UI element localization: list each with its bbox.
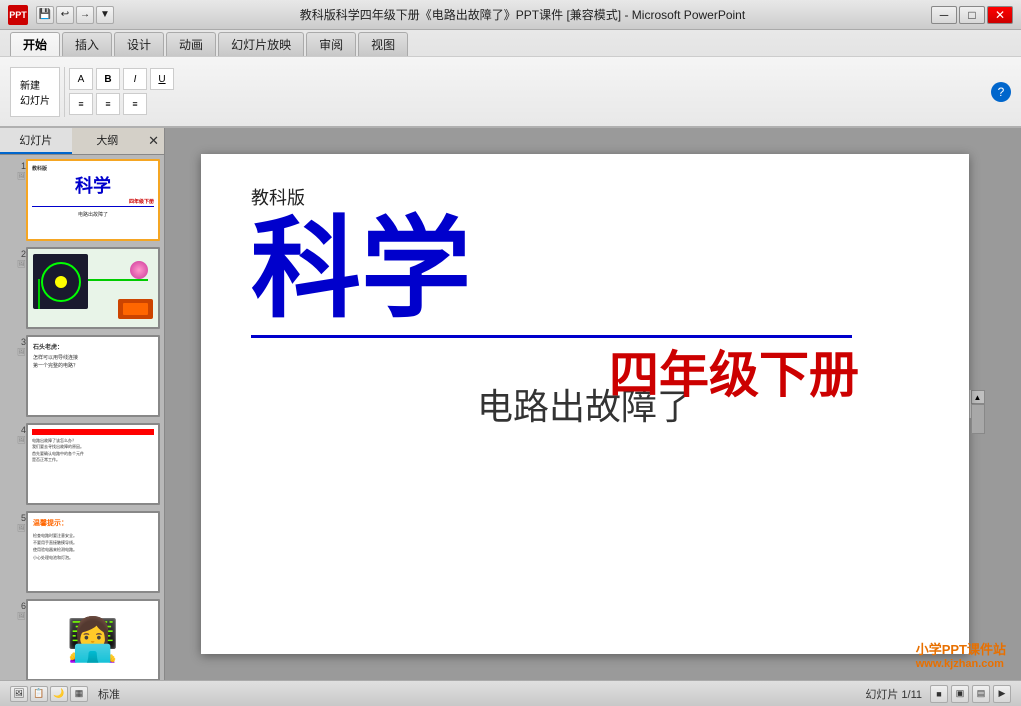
slide-item-2[interactable]: 2 🖼 <box>4 247 160 329</box>
slide-item-5[interactable]: 5 🖼 温馨提示： 检查电路时要注意安全。 不要用手直接触摸导线。 使用验电器来… <box>4 511 160 593</box>
quick-customize-button[interactable]: ▼ <box>96 6 114 24</box>
tab-animation[interactable]: 动画 <box>166 32 216 56</box>
tab-view[interactable]: 视图 <box>358 32 408 56</box>
quick-redo-button[interactable]: → <box>76 6 94 24</box>
quick-save-button[interactable]: 💾 <box>36 6 54 24</box>
status-icon-2[interactable]: 📋 <box>30 686 48 702</box>
status-icons: 🖼 📋 🌙 ▦ <box>10 686 88 702</box>
slideshow-button[interactable]: ▶ <box>993 685 1011 703</box>
slide-sorter-button[interactable]: ▣ <box>951 685 969 703</box>
new-slide-button[interactable]: 新建幻灯片 <box>10 67 60 117</box>
slide-thumb-3[interactable]: 石头老虎： 怎样可以用导线连接第一个完整的电路？ <box>26 335 160 417</box>
help-button[interactable]: ? <box>991 82 1011 102</box>
slide-thumb-2[interactable] <box>26 247 160 329</box>
slides-tabs-row: 幻灯片 大纲 ✕ <box>0 128 164 155</box>
watermark-line2: www.kjzhan.com <box>916 658 1006 670</box>
slides-tabs-buttons: 幻灯片 大纲 <box>0 128 143 154</box>
italic-button[interactable]: I <box>123 68 147 90</box>
slide-thumb-5[interactable]: 温馨提示： 检查电路时要注意安全。 不要用手直接触摸导线。 使用验电器来检测电路… <box>26 511 160 593</box>
tab-slides[interactable]: 幻灯片 <box>0 128 72 154</box>
minimize-button[interactable]: ─ <box>931 6 957 24</box>
title-bar: PPT 💾 ↩ → ▼ 教科版科学四年级下册《电路出故障了》PPT课件 [兼容模… <box>0 0 1021 30</box>
slide-thumb-1[interactable]: 教科版 科学 四年级下册 电路出故障了 <box>26 159 160 241</box>
watermark: 小学PPT课件站 www.kjzhan.com <box>916 639 1006 670</box>
slides-panel: 幻灯片 大纲 ✕ 1 🖼 教科版 科学 四年级 <box>0 128 165 680</box>
slide-main-title: 科学 <box>251 215 471 325</box>
close-button[interactable]: ✕ <box>987 6 1013 24</box>
scroll-thumb[interactable] <box>971 404 985 434</box>
slide-icon-4: 🖼 <box>17 436 26 444</box>
slide-icon-6: 🖼 <box>17 612 26 620</box>
tab-outline[interactable]: 大纲 <box>72 128 144 154</box>
ribbon-divider-1 <box>64 67 65 117</box>
reading-view-button[interactable]: ▤ <box>972 685 990 703</box>
window-title: 教科版科学四年级下册《电路出故障了》PPT课件 [兼容模式] - Microso… <box>114 6 931 23</box>
align-left-button[interactable]: ≡ <box>69 93 93 115</box>
title-bar-left: PPT 💾 ↩ → ▼ <box>8 5 114 25</box>
view-controls: ■ ▣ ▤ ▶ <box>930 685 1011 703</box>
slide-icon-1: 🖼 <box>17 172 26 180</box>
slide-item-1[interactable]: 1 🖼 教科版 科学 四年级下册 电路出故障了 <box>4 159 160 241</box>
tab-design[interactable]: 设计 <box>114 32 164 56</box>
bold-button[interactable]: B <box>96 68 120 90</box>
scroll-up-button[interactable]: ▲ <box>971 390 985 404</box>
status-left: 🖼 📋 🌙 ▦ 标准 <box>10 686 865 702</box>
main-area: 幻灯片 大纲 ✕ 1 🖼 教科版 科学 四年级 <box>0 128 1021 680</box>
tab-start[interactable]: 开始 <box>10 32 60 56</box>
quick-undo-button[interactable]: ↩ <box>56 6 74 24</box>
tab-insert[interactable]: 插入 <box>62 32 112 56</box>
status-icon-3[interactable]: 🌙 <box>50 686 68 702</box>
slide-item-6[interactable]: 6 🖼 👩‍💻 <box>4 599 160 680</box>
slide-icon-2: 🖼 <box>17 260 26 268</box>
canvas-area: 教科版 科学 四年级下册 电路出故障了 小学PPT课件站 www.kjzhan.… <box>165 128 1021 680</box>
panel-close-button[interactable]: ✕ <box>143 131 164 151</box>
slide-icon-5: 🖼 <box>17 524 26 532</box>
slide-item-3[interactable]: 3 🖼 石头老虎： 怎样可以用导线连接第一个完整的电路？ <box>4 335 160 417</box>
tab-review[interactable]: 审阅 <box>306 32 356 56</box>
tab-slideshow[interactable]: 幻灯片放映 <box>218 32 304 56</box>
window-controls: ─ □ ✕ <box>931 6 1013 24</box>
slide-content-area: 教科版 科学 四年级下册 电路出故障了 <box>201 154 969 654</box>
app-icon: PPT <box>8 5 28 25</box>
slide-publisher-text: 教科版 <box>251 184 919 210</box>
watermark-line1: 小学PPT课件站 <box>916 639 1006 658</box>
slide-sub-title: 四年级下册 <box>609 335 859 407</box>
ribbon: 开始 插入 设计 动画 幻灯片放映 审阅 视图 新建幻灯片 A B I U ≡ … <box>0 30 1021 128</box>
ribbon-tabs: 开始 插入 设计 动画 幻灯片放映 审阅 视图 <box>0 30 1021 56</box>
status-theme-label: 标准 <box>98 686 120 702</box>
slide-icon-3: 🖼 <box>17 348 26 356</box>
slide-item-4[interactable]: 4 🖼 电路出故障了该怎么办？ 我们要去寻找出故障的原因。 首先要确认电路中的各… <box>4 423 160 505</box>
normal-view-button[interactable]: ■ <box>930 685 948 703</box>
font-select[interactable]: A <box>69 68 93 90</box>
quick-access-toolbar: 💾 ↩ → ▼ <box>36 6 114 24</box>
slide-count-label: 幻灯片 1/11 <box>865 686 922 702</box>
right-scrollbar[interactable]: ▲ ▼ <box>969 390 985 418</box>
maximize-button[interactable]: □ <box>959 6 985 24</box>
align-right-button[interactable]: ≡ <box>123 93 147 115</box>
status-icon-1[interactable]: 🖼 <box>10 686 28 702</box>
align-center-button[interactable]: ≡ <box>96 93 120 115</box>
status-bar: 🖼 📋 🌙 ▦ 标准 幻灯片 1/11 ■ ▣ ▤ ▶ <box>0 680 1021 706</box>
slide-thumb-6[interactable]: 👩‍💻 <box>26 599 160 680</box>
slide-thumb-4[interactable]: 电路出故障了该怎么办？ 我们要去寻找出故障的原因。 首先要确认电路中的各个元件 … <box>26 423 160 505</box>
slides-list[interactable]: 1 🖼 教科版 科学 四年级下册 电路出故障了 <box>0 155 164 680</box>
slide-canvas[interactable]: 教科版 科学 四年级下册 电路出故障了 <box>201 154 969 654</box>
status-right: 幻灯片 1/11 ■ ▣ ▤ ▶ <box>865 685 1011 703</box>
underline-button[interactable]: U <box>150 68 174 90</box>
status-icon-4[interactable]: ▦ <box>70 686 88 702</box>
ribbon-content: 新建幻灯片 A B I U ≡ ≡ ≡ ? <box>0 56 1021 126</box>
